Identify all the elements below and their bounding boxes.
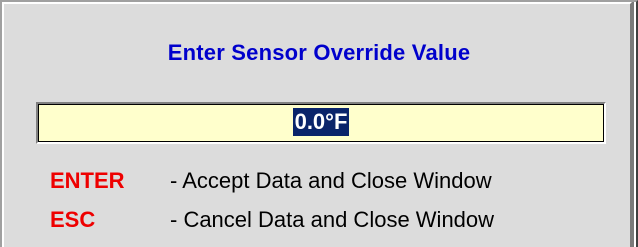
override-value-text[interactable]: 0.0°F	[292, 107, 350, 136]
esc-key-label: ESC	[50, 207, 96, 232]
enter-key-label: ENTER	[50, 168, 125, 193]
enter-hint-description: - Accept Data and Close Window	[170, 168, 492, 193]
esc-hint-description: - Cancel Data and Close Window	[170, 207, 495, 232]
override-value-input[interactable]: 0.0°F	[36, 102, 606, 144]
sensor-override-dialog: Enter Sensor Override Value 0.0°F ENTER …	[0, 0, 634, 247]
dialog-title: Enter Sensor Override Value	[167, 40, 471, 65]
